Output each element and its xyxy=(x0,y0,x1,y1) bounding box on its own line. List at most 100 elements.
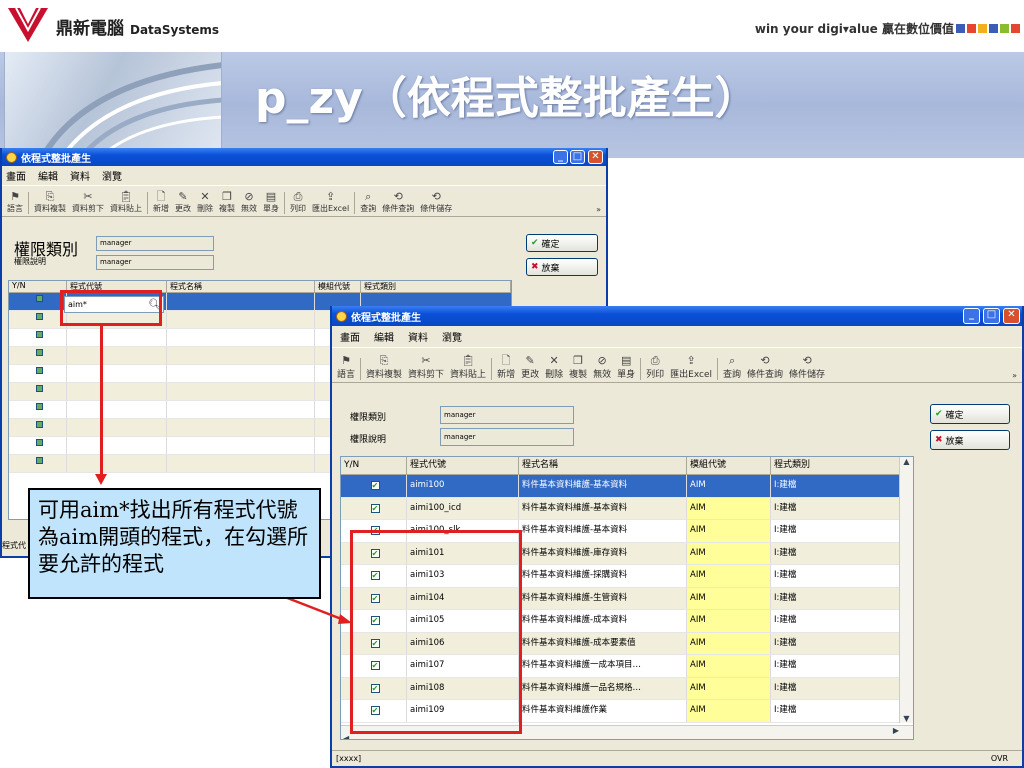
toolbar-button-cond-save[interactable]: ⟲ 條件儲存 xyxy=(420,190,452,214)
scroll-right-icon[interactable]: ▶ xyxy=(893,726,899,735)
ok-button[interactable]: ✔ 確定 xyxy=(930,404,1010,424)
toolbar-button-paste[interactable]: 📋︎ 資料貼上 xyxy=(450,354,486,380)
col-yn[interactable]: Y/N xyxy=(9,281,67,292)
close-button[interactable]: ✕ xyxy=(1003,308,1020,324)
maximize-button[interactable]: □ xyxy=(983,308,1000,324)
toolbar-button-edit[interactable]: ✎ 更改 xyxy=(175,190,191,214)
row-checkbox[interactable] xyxy=(35,331,43,338)
menu-data[interactable]: 資料 xyxy=(408,329,428,344)
toolbar-button-delete[interactable]: ✕ 刪除 xyxy=(545,354,563,380)
row-checkbox[interactable] xyxy=(35,457,43,464)
back-titlebar[interactable]: 依程式整批產生 _ □ ✕ xyxy=(2,148,606,166)
cell-type: I:建檔 xyxy=(771,565,901,587)
perm-desc-field[interactable]: manager xyxy=(440,428,574,446)
col-type[interactable]: 程式類別 xyxy=(361,281,511,292)
row-checkbox[interactable] xyxy=(370,481,380,490)
row-checkbox[interactable] xyxy=(35,421,43,428)
table-row[interactable]: aimi100_icd料件基本資料維護-基本資料AIMI:建檔 xyxy=(341,497,913,520)
toolbar-button-delete[interactable]: ✕ 刪除 xyxy=(197,190,213,214)
toolbar-button-copy[interactable]: ⎘ 資料複製 xyxy=(34,190,66,214)
toolbar-button-cond-query[interactable]: ⟲ 條件查詢 xyxy=(382,190,414,214)
toolbar-button-export[interactable]: ⇪ 匯出Excel xyxy=(312,190,349,214)
ok-button[interactable]: ✔ 確定 xyxy=(526,234,598,252)
cell-code: aimi100_icd xyxy=(407,497,519,519)
toolbar-button-new[interactable]: 🗋︎ 新增 xyxy=(497,354,515,380)
toolbar-more-button[interactable]: » xyxy=(1012,371,1017,380)
row-checkbox[interactable] xyxy=(35,385,43,392)
toolbar-button-edit[interactable]: ✎ 更改 xyxy=(521,354,539,380)
invalid-icon: ⊘ xyxy=(597,354,607,367)
toolbar-button-invalid[interactable]: ⊘ 無效 xyxy=(241,190,257,214)
down-arrow-head xyxy=(95,474,107,485)
toolbar-button-print[interactable]: ⎙ 列印 xyxy=(290,190,306,214)
toolbar-button-query[interactable]: ⌕ 查詢 xyxy=(360,190,376,214)
menu-screen[interactable]: 畫面 xyxy=(6,168,26,183)
perm-class-field[interactable]: manager xyxy=(96,236,214,251)
row-checkbox[interactable] xyxy=(35,367,43,374)
cancel-button[interactable]: ✖ 放棄 xyxy=(930,430,1010,450)
toolbar-button-paste[interactable]: 📋︎ 資料貼上 xyxy=(110,190,142,214)
maximize-button[interactable]: □ xyxy=(570,150,585,164)
cell-type: I:建檔 xyxy=(771,632,901,654)
row-checkbox[interactable] xyxy=(35,403,43,410)
toolbar-button-copy[interactable]: ⎘ 資料複製 xyxy=(366,354,402,380)
col-name[interactable]: 程式名稱 xyxy=(167,281,315,292)
col-type[interactable]: 程式類別 xyxy=(771,457,901,474)
vertical-scrollbar[interactable]: ▲ ▼ xyxy=(899,457,913,723)
cond-save-icon: ⟲ xyxy=(802,354,812,367)
close-button[interactable]: ✕ xyxy=(588,150,603,164)
row-cell xyxy=(67,437,167,454)
cancel-button[interactable]: ✖ 放棄 xyxy=(526,258,598,276)
toolbar-button-cond-query[interactable]: ⟲ 條件查詢 xyxy=(747,354,783,380)
toolbar-button-cond-save[interactable]: ⟲ 條件儲存 xyxy=(789,354,825,380)
row-cell xyxy=(67,329,167,346)
menu-browse[interactable]: 瀏覽 xyxy=(442,329,462,344)
scroll-down-icon[interactable]: ▼ xyxy=(900,714,913,723)
cond-save-icon: ⟲ xyxy=(431,190,441,203)
app-icon xyxy=(6,151,17,163)
col-code[interactable]: 程式代號 xyxy=(407,457,519,474)
perm-class-field[interactable]: manager xyxy=(440,406,574,424)
toolbar-button-query[interactable]: ⌕ 查詢 xyxy=(723,354,741,380)
toolbar-button-single[interactable]: ▤ 單身 xyxy=(263,190,279,214)
menu-edit[interactable]: 編輯 xyxy=(38,168,58,183)
table-row[interactable]: aimi100料件基本資料維護-基本資料AIMI:建檔 xyxy=(341,475,913,498)
toolbar-button-new[interactable]: 🗋︎ 新增 xyxy=(153,190,169,214)
query-icon: ⌕ xyxy=(728,354,736,367)
toolbar-separator xyxy=(147,192,148,214)
menu-browse[interactable]: 瀏覽 xyxy=(102,168,122,183)
col-module[interactable]: 模組代號 xyxy=(315,281,361,292)
toolbar-button-invalid[interactable]: ⊘ 無效 xyxy=(593,354,611,380)
toolbar-button-cut[interactable]: ✂ 資料剪下 xyxy=(72,190,104,214)
toolbar-separator xyxy=(640,358,642,380)
scroll-up-icon[interactable]: ▲ xyxy=(900,457,913,466)
scroll-left-icon[interactable]: ◀ xyxy=(341,734,349,739)
toolbar-button-single[interactable]: ▤ 單身 xyxy=(617,354,635,380)
perm-desc-field[interactable]: manager xyxy=(96,255,214,270)
toolbar-button-print[interactable]: ⎙ 列印 xyxy=(646,354,664,380)
menu-screen[interactable]: 畫面 xyxy=(340,329,360,344)
row-checkbox[interactable] xyxy=(35,349,43,356)
front-titlebar[interactable]: 依程式整批產生 _ □ ✕ xyxy=(332,306,1022,326)
col-yn[interactable]: Y/N xyxy=(341,457,407,474)
row-checkbox[interactable] xyxy=(370,503,380,513)
toolbar-button-duplicate[interactable]: ❐ 複製 xyxy=(569,354,587,380)
toolbar-button-duplicate[interactable]: ❐ 複製 xyxy=(219,190,235,214)
row-checkbox-cell xyxy=(9,311,67,328)
toolbar-button-flag[interactable]: ⚑ 語言 xyxy=(7,190,23,214)
toolbar-label: 條件儲存 xyxy=(789,370,826,380)
row-checkbox[interactable] xyxy=(35,439,43,446)
row-checkbox[interactable] xyxy=(35,295,43,302)
menu-edit[interactable]: 編輯 xyxy=(374,329,394,344)
toolbar-button-cut[interactable]: ✂ 資料剪下 xyxy=(408,354,444,380)
col-name[interactable]: 程式名稱 xyxy=(519,457,687,474)
toolbar-button-flag[interactable]: ⚑ 語言 xyxy=(337,354,355,380)
toolbar-more-button[interactable]: » xyxy=(596,205,601,214)
minimize-button[interactable]: _ xyxy=(963,308,980,324)
row-checkbox[interactable] xyxy=(35,313,43,320)
toolbar-button-export[interactable]: ⇪ 匯出Excel xyxy=(670,354,712,380)
toolbar-label: 新增 xyxy=(153,204,169,213)
minimize-button[interactable]: _ xyxy=(553,150,568,164)
menu-data[interactable]: 資料 xyxy=(70,168,90,183)
col-module[interactable]: 模組代號 xyxy=(687,457,771,474)
